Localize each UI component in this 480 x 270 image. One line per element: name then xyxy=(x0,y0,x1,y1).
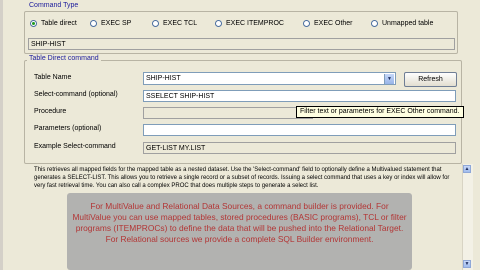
command-type-legend: Command Type xyxy=(27,2,81,10)
parameters-label: Parameters (optional) xyxy=(34,125,102,132)
radio-table-direct[interactable]: Table direct xyxy=(30,20,77,27)
radio-selected-icon xyxy=(30,20,37,27)
window-left-edge xyxy=(0,0,3,270)
refresh-button[interactable]: Refresh xyxy=(404,72,457,87)
radio-icon xyxy=(215,20,222,27)
radio-icon xyxy=(152,20,159,27)
radio-exec-other[interactable]: EXEC Other xyxy=(303,20,353,27)
radio-icon xyxy=(90,20,97,27)
radio-label: EXEC SP xyxy=(101,20,132,27)
description-scrollbar[interactable] xyxy=(462,164,473,270)
chevron-down-icon[interactable]: ▼ xyxy=(384,74,394,84)
parameters-input[interactable] xyxy=(143,124,456,136)
table-name-select[interactable]: SHIP-HIST ▼ xyxy=(143,72,396,85)
select-command-label: Select-command (optional) xyxy=(34,91,118,98)
radio-icon xyxy=(303,20,310,27)
procedure-input[interactable] xyxy=(143,107,313,119)
scroll-down-icon[interactable]: ▼ xyxy=(463,260,471,268)
radio-exec-tcl[interactable]: EXEC TCL xyxy=(152,20,197,27)
command-type-value: SHIP-HIST xyxy=(28,38,455,50)
radio-icon xyxy=(371,20,378,27)
radio-exec-itemproc[interactable]: EXEC ITEMPROC xyxy=(215,20,284,27)
select-command-input[interactable]: SSELECT SHIP-HIST xyxy=(143,90,456,102)
procedure-label: Procedure xyxy=(34,108,67,115)
table-direct-legend: Table Direct command xyxy=(27,55,101,63)
command-builder-callout: For MultiValue and Relational Data Sourc… xyxy=(67,193,412,270)
radio-label: EXEC Other xyxy=(314,20,353,27)
radio-label: Unmapped table xyxy=(382,20,434,27)
table-name-value: SHIP-HIST xyxy=(146,75,181,82)
example-select-value: GET-LIST MY.LIST xyxy=(143,142,456,154)
scroll-up-icon[interactable]: ▲ xyxy=(463,165,471,173)
radio-unmapped-table[interactable]: Unmapped table xyxy=(371,20,433,27)
table-name-label: Table Name xyxy=(34,74,72,81)
radio-exec-sp[interactable]: EXEC SP xyxy=(90,20,131,27)
tooltip: Filter text or parameters for EXEC Other… xyxy=(296,106,464,118)
radio-label: Table direct xyxy=(41,20,77,27)
example-select-label: Example Select-command xyxy=(34,143,116,150)
radio-label: EXEC TCL xyxy=(163,20,198,27)
radio-label: EXEC ITEMPROC xyxy=(226,20,284,27)
